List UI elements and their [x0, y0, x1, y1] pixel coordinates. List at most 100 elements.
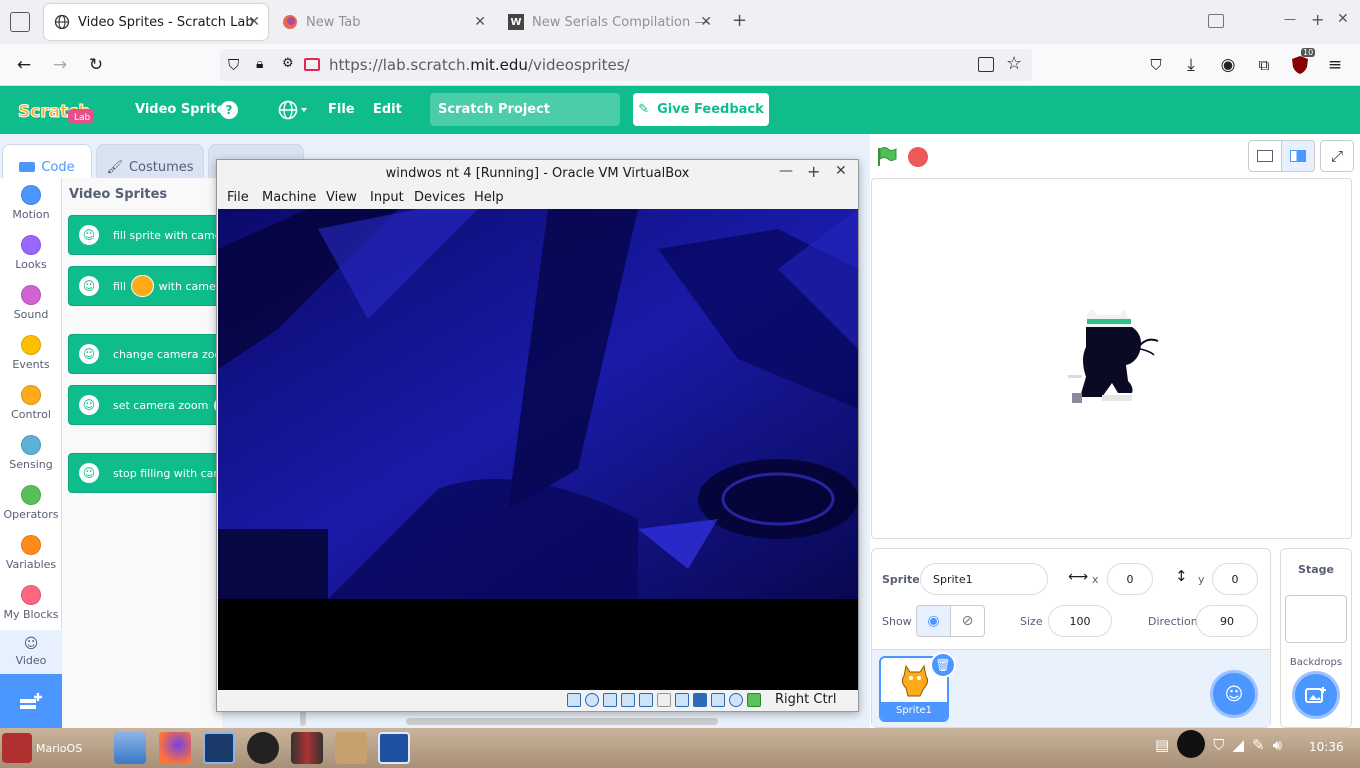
- large-stage-button[interactable]: [1281, 140, 1315, 172]
- tab-new-tab[interactable]: New Tab ✕: [272, 4, 494, 40]
- vbox-minimize-icon[interactable]: —: [779, 163, 793, 179]
- block-fill-color-with-camera[interactable]: ☺ fill with camera: [68, 266, 228, 306]
- language-globe-icon[interactable]: [278, 100, 308, 124]
- reader-view-icon[interactable]: [978, 57, 994, 72]
- x-input[interactable]: 0: [1107, 563, 1153, 595]
- recording-icon[interactable]: [711, 693, 725, 707]
- shield-tray-icon[interactable]: ⛉: [1213, 736, 1224, 758]
- video-capture-icon[interactable]: [693, 693, 707, 707]
- url-bar[interactable]: ⛉ 🔒︎ ⚙ https://lab.scratch.mit.edu/video…: [220, 49, 1032, 81]
- reload-icon[interactable]: ↻: [83, 52, 109, 78]
- vbox-menu-help[interactable]: Help: [474, 190, 504, 205]
- shared-folders-icon[interactable]: [657, 693, 671, 707]
- scratch-lab-logo[interactable]: Scratch Lab: [16, 95, 96, 127]
- start-menu-button[interactable]: MarioOS: [2, 732, 98, 764]
- close-tab-icon[interactable]: ✕: [700, 14, 712, 30]
- sprite-video-cat[interactable]: [1062, 307, 1162, 415]
- minimize-window-icon[interactable]: —: [1284, 12, 1296, 26]
- pocket-icon[interactable]: ⛉: [1143, 52, 1169, 78]
- category-events[interactable]: Events: [0, 335, 62, 371]
- url-text[interactable]: https://lab.scratch.mit.edu/videosprites…: [329, 56, 630, 74]
- category-motion[interactable]: Motion: [0, 185, 62, 221]
- back-arrow-icon[interactable]: ←: [11, 52, 37, 78]
- new-tab-button[interactable]: +: [732, 10, 747, 31]
- hamburger-menu-icon[interactable]: ≡: [1322, 52, 1348, 78]
- volume-icon[interactable]: 🔊︎: [1273, 736, 1282, 758]
- edit-menu[interactable]: Edit: [373, 102, 402, 117]
- shield-icon[interactable]: ⛉: [228, 56, 239, 74]
- vbox-menu-machine[interactable]: Machine: [262, 190, 316, 205]
- vbox-maximize-icon[interactable]: +: [807, 162, 820, 181]
- vbox-menu-file[interactable]: File: [227, 190, 249, 205]
- clock[interactable]: 10:36: [1309, 740, 1344, 754]
- show-visible-button[interactable]: ◉: [916, 605, 951, 637]
- clipboard-icon[interactable]: ▤: [1155, 736, 1169, 758]
- small-stage-button[interactable]: [1248, 140, 1282, 172]
- workspace-hscrollbar[interactable]: [406, 718, 718, 725]
- category-operators[interactable]: Operators: [0, 485, 62, 521]
- camera-sharing-icon[interactable]: [304, 58, 320, 71]
- vbox-title-bar[interactable]: windwos nt 4 [Running] - Oracle VM Virtu…: [217, 160, 858, 187]
- extensions-icon[interactable]: ⧉: [1251, 52, 1277, 78]
- lock-icon[interactable]: 🔒︎: [256, 56, 263, 72]
- hard-disk-icon[interactable]: [567, 693, 581, 707]
- show-hidden-button[interactable]: ⊘: [950, 605, 985, 637]
- pen-tray-icon[interactable]: ✎: [1252, 736, 1265, 758]
- package-icon[interactable]: [335, 732, 367, 764]
- close-window-icon[interactable]: ✕: [1337, 11, 1349, 27]
- delete-sprite-button[interactable]: 🗑︎: [930, 652, 956, 678]
- optical-drive-icon[interactable]: [585, 693, 599, 707]
- backdrop-thumbnail[interactable]: [1285, 595, 1347, 643]
- block-change-camera-zoom[interactable]: ☺ change camera zoom: [68, 334, 228, 374]
- sprite-name-input[interactable]: Sprite1: [920, 563, 1048, 595]
- green-flag-icon[interactable]: [876, 146, 898, 171]
- network-tray-icon[interactable]: ◢: [1232, 736, 1244, 758]
- block-set-camera-zoom[interactable]: ☺set camera zoom10: [68, 385, 228, 425]
- account-icon[interactable]: ◉: [1215, 52, 1241, 78]
- downloads-icon[interactable]: ⤓: [1178, 52, 1204, 78]
- vbox-guest-display[interactable]: [218, 209, 858, 690]
- usb-icon[interactable]: [639, 693, 653, 707]
- category-control[interactable]: Control: [0, 385, 62, 421]
- category-my-blocks[interactable]: My Blocks: [0, 585, 62, 621]
- y-input[interactable]: 0: [1212, 563, 1258, 595]
- give-feedback-button[interactable]: ✎ Give Feedback: [633, 93, 769, 126]
- project-name-input[interactable]: Scratch Project: [430, 93, 620, 126]
- tab-video-sprites[interactable]: Video Sprites - Scratch Lab ✕: [44, 4, 268, 40]
- forward-arrow-icon[interactable]: →: [47, 52, 73, 78]
- add-backdrop-button[interactable]: [1292, 671, 1340, 719]
- add-extension-button[interactable]: [0, 674, 62, 728]
- vbox-menu-devices[interactable]: Devices: [414, 190, 465, 205]
- cpu-icon[interactable]: [729, 693, 743, 707]
- color-input[interactable]: [131, 275, 154, 297]
- direction-input[interactable]: 90: [1196, 605, 1258, 637]
- list-all-tabs-icon[interactable]: [1208, 14, 1224, 28]
- bookmark-star-icon[interactable]: ☆: [1006, 53, 1022, 74]
- audio-icon[interactable]: [603, 693, 617, 707]
- obs-tray-icon[interactable]: [1177, 730, 1206, 758]
- vim-app-icon[interactable]: [291, 732, 323, 764]
- block-fill-sprite-with-camera[interactable]: ☺ fill sprite with camera: [68, 215, 228, 255]
- category-looks[interactable]: Looks: [0, 235, 62, 271]
- ublock-icon[interactable]: 10: [1287, 48, 1316, 78]
- firefox-taskbar-icon[interactable]: [159, 732, 191, 764]
- obs-icon[interactable]: [247, 732, 279, 764]
- category-variables[interactable]: Variables: [0, 535, 62, 571]
- vbox-menu-view[interactable]: View: [326, 190, 357, 205]
- close-tab-icon[interactable]: ✕: [248, 14, 260, 30]
- block-stop-filling-with-camera[interactable]: ☺ stop filling with camera: [68, 453, 228, 493]
- file-manager-icon[interactable]: [114, 732, 146, 764]
- add-sprite-button[interactable]: ☺: [1210, 670, 1258, 718]
- network-icon[interactable]: [621, 693, 635, 707]
- file-menu[interactable]: File: [328, 102, 355, 117]
- vbox-menu-input[interactable]: Input: [370, 190, 404, 205]
- stage-canvas[interactable]: [871, 178, 1352, 539]
- close-tab-icon[interactable]: ✕: [474, 14, 486, 30]
- tab-list-icon[interactable]: [10, 12, 30, 32]
- display-icon[interactable]: [675, 693, 689, 707]
- system-monitor-icon[interactable]: [203, 732, 235, 764]
- category-sound[interactable]: Sound: [0, 285, 62, 321]
- stop-icon[interactable]: [908, 147, 928, 167]
- category-video[interactable]: ☺ Video: [0, 630, 62, 674]
- maximize-window-icon[interactable]: +: [1311, 10, 1324, 29]
